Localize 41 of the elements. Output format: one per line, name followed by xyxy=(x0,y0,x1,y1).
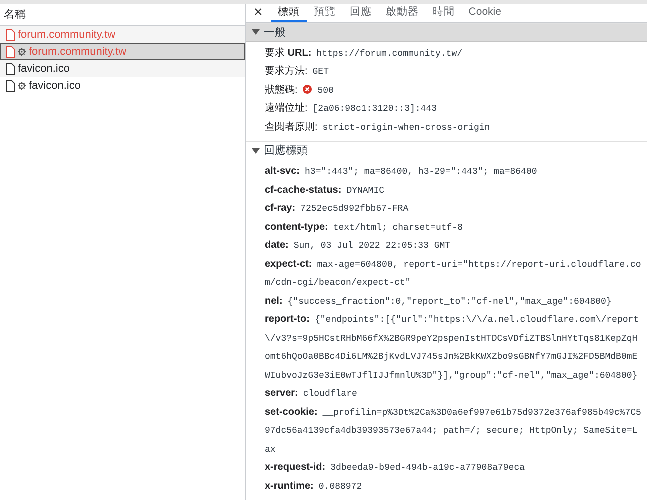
request-name: favicon.ico xyxy=(18,62,70,74)
header-entry: x-runtime: 0.088972 xyxy=(265,480,364,494)
tab[interactable]: Cookie xyxy=(462,4,508,22)
header-entry: cf-ray: 7252ec5d992fbb67-FRA xyxy=(265,202,410,216)
request-row[interactable]: favicon.ico xyxy=(0,60,245,77)
field-value: [2a06:98c1:3120::3]:443 xyxy=(312,104,438,114)
header-entry: cf-cache-status: DYNAMIC xyxy=(265,184,386,198)
error-icon xyxy=(302,84,312,94)
file-icon xyxy=(6,28,15,40)
tab[interactable]: 預覽 xyxy=(306,4,343,22)
header-entry: expect-ct: max-age=604800, report-uri="https://report-uri.cloudflare.com/cdn-cgi/beacon/expect-ct" xyxy=(265,258,642,290)
tab[interactable]: 回應 xyxy=(342,4,379,22)
header-entry: content-type: text/html; charset=utf-8 xyxy=(265,220,464,234)
request-name: forum.community.tw xyxy=(29,46,127,58)
close-button[interactable]: × xyxy=(246,4,271,22)
tab[interactable]: 時間 xyxy=(426,4,462,22)
triangle-icon xyxy=(252,28,260,36)
field-name: 查閱者原則: xyxy=(265,122,318,132)
header-entry: alt-svc: h3=":443"; ma=86400, h3-29=":443"; ma=86400 xyxy=(265,165,538,179)
field-value: https://forum.community.tw/ xyxy=(316,48,462,58)
field-value: strict-origin-when-cross-origin xyxy=(322,122,490,132)
header-entry: set-cookie: __profilin=p%3Dt%2Ca%3D0a6ef997e61b75d9372e376af985b49c%7C597dc56a4139cfa4db39393573e67a44; path=/; secure; HttpOnly; SameSite=Lax xyxy=(265,406,642,456)
section-header[interactable]: 一般 xyxy=(246,22,647,42)
tab[interactable]: 啟動器 xyxy=(378,4,426,22)
field-name: 要求 URL: xyxy=(265,48,312,58)
field-name: 狀態碼: xyxy=(265,84,298,96)
field-name: 要求方法: xyxy=(265,66,308,77)
request-row[interactable]: forum.community.tw xyxy=(0,26,245,43)
header-entry: date: Sun, 03 Jul 2022 22:05:33 GMT xyxy=(265,239,452,253)
file-icon xyxy=(6,62,15,74)
request-name: forum.community.tw xyxy=(18,28,116,40)
request-name: favicon.ico xyxy=(29,80,81,92)
header-entry: server: cloudflare xyxy=(265,387,358,401)
field-value: GET xyxy=(312,67,329,77)
field-name: 遠端位址: xyxy=(265,103,308,114)
header-entry: x-request-id: 3dbeeda9-b9ed-494b-a19c-a77908a79eca xyxy=(265,461,526,475)
file-icon xyxy=(6,80,15,92)
triangle-icon xyxy=(252,146,260,154)
file-icon xyxy=(6,46,15,58)
field-value: 500 xyxy=(318,86,334,96)
header-entry: nel: {"success_fraction":0,"report_to":"cf-nel","max_age":604800} xyxy=(265,294,613,308)
